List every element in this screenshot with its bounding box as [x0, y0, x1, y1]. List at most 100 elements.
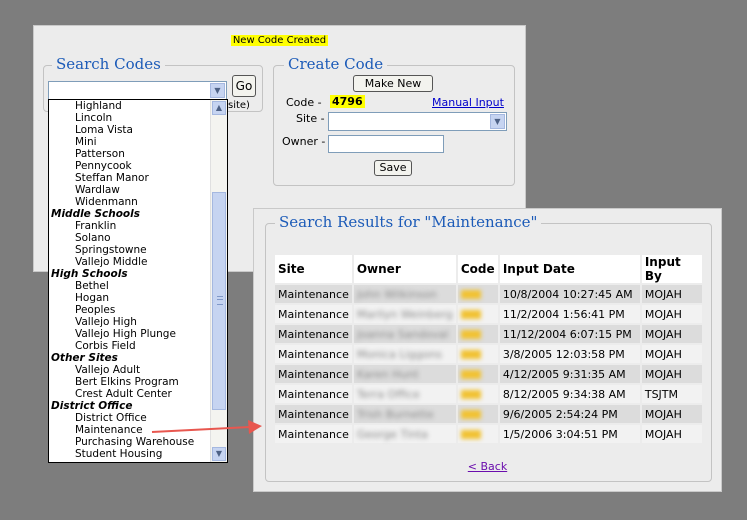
column-header-code: Code: [457, 255, 498, 283]
table-row: Maintenance George Tinta 1/5/2006 3:04:51 …: [275, 425, 702, 443]
dropdown-option[interactable]: Peoples: [49, 304, 209, 316]
site-dropdown-list[interactable]: Highland Lincoln Loma Vista Mini Patterson Pe…: [48, 99, 228, 463]
result-site: Maintenance: [275, 425, 352, 443]
results-table: Site Owner Code Input Date Input By Main…: [273, 253, 704, 445]
dropdown-option[interactable]: Highland: [49, 100, 209, 112]
result-owner: George Tinta: [353, 425, 456, 443]
table-row: Maintenance Monica Liggons 3/8/2005 12:03:…: [275, 345, 702, 363]
column-header-input-date: Input Date: [499, 255, 640, 283]
dropdown-option[interactable]: Bert Elkins Program: [49, 376, 209, 388]
redacted-owner-name: John Wilkinson: [356, 287, 437, 301]
code-value: 4796: [330, 95, 365, 108]
dropdown-option[interactable]: Mini: [49, 136, 209, 148]
result-input-date: 11/12/2004 6:07:15 PM: [499, 325, 640, 343]
dropdown-option[interactable]: Corbis Field: [49, 340, 209, 352]
redacted-code: [460, 310, 481, 319]
dropdown-option[interactable]: Bethel: [49, 280, 209, 292]
site-search-select[interactable]: ▼: [48, 81, 227, 100]
result-input-date: 3/8/2005 12:03:58 PM: [499, 345, 640, 363]
table-row: Maintenance Joanna Sandoval 11/12/2004 6:0…: [275, 325, 702, 343]
result-site: Maintenance: [275, 285, 352, 303]
redacted-owner-name: Terra Office: [356, 387, 420, 401]
result-input-by: MOJAH: [641, 285, 702, 303]
result-code: [457, 305, 498, 323]
status-message: New Code Created: [230, 35, 329, 46]
result-input-date: 10/8/2004 10:27:45 AM: [499, 285, 640, 303]
owner-input[interactable]: [328, 135, 444, 153]
dropdown-option[interactable]: Patterson: [49, 148, 209, 160]
dropdown-option[interactable]: Solano: [49, 232, 209, 244]
dropdown-option[interactable]: Franklin: [49, 220, 209, 232]
result-owner: Terra Office: [353, 385, 456, 403]
dropdown-option[interactable]: Widenmann: [49, 196, 209, 208]
redacted-owner-name: Karen Hunt: [356, 367, 419, 381]
dropdown-group-header: District Office: [51, 400, 133, 412]
make-new-button[interactable]: Make New: [353, 75, 433, 92]
result-input-by: MOJAH: [641, 425, 702, 443]
chevron-down-icon[interactable]: ▼: [210, 83, 225, 98]
site-label: Site -: [296, 112, 325, 125]
column-header-owner: Owner: [353, 255, 456, 283]
table-row: Maintenance Karen Hunt 4/12/2005 9:31:35 A…: [275, 365, 702, 383]
redacted-owner-name: Joanna Sandoval: [356, 327, 449, 341]
result-input-date: 8/12/2005 9:34:38 AM: [499, 385, 640, 403]
back-link[interactable]: < Back: [468, 460, 507, 473]
grip-icon: [217, 296, 223, 305]
result-input-by: MOJAH: [641, 305, 702, 323]
redacted-code: [460, 330, 481, 339]
redacted-owner-name: Monica Liggons: [356, 347, 442, 361]
dropdown-group-header: Middle Schools: [51, 208, 140, 220]
result-input-date: 4/12/2005 9:31:35 AM: [499, 365, 640, 383]
result-site: Maintenance: [275, 385, 352, 403]
chevron-down-icon[interactable]: ▼: [490, 114, 505, 129]
redacted-code: [460, 410, 481, 419]
redacted-owner-name: Trish Burnette: [356, 407, 434, 421]
search-hint: site): [228, 100, 250, 111]
go-button[interactable]: Go: [232, 75, 256, 97]
redacted-code: [460, 370, 481, 379]
table-row: Maintenance Trish Burnette 9/6/2005 2:54:2…: [275, 405, 702, 423]
dropdown-option[interactable]: Loma Vista: [49, 124, 209, 136]
result-code: [457, 345, 498, 363]
result-owner: Marilyn Weinberg: [353, 305, 456, 323]
table-row: Maintenance John Wilkinson 10/8/2004 10:27…: [275, 285, 702, 303]
dropdown-option[interactable]: Springstowne: [49, 244, 209, 256]
dropdown-option[interactable]: Crest Adult Center: [49, 388, 209, 400]
scroll-up-icon[interactable]: ▲: [212, 101, 226, 115]
dropdown-option[interactable]: Wardlaw: [49, 184, 209, 196]
dropdown-option[interactable]: Vallejo Middle: [49, 256, 209, 268]
result-code: [457, 425, 498, 443]
dropdown-option[interactable]: Vallejo High Plunge: [49, 328, 209, 340]
result-owner: Joanna Sandoval: [353, 325, 456, 343]
dropdown-group-header: High Schools: [51, 268, 128, 280]
table-header-row: Site Owner Code Input Date Input By: [275, 255, 702, 283]
result-code: [457, 365, 498, 383]
site-select[interactable]: ▼: [328, 112, 507, 131]
result-site: Maintenance: [275, 325, 352, 343]
result-site: Maintenance: [275, 405, 352, 423]
result-owner: John Wilkinson: [353, 285, 456, 303]
dropdown-option[interactable]: Student Housing: [49, 448, 209, 460]
dropdown-option[interactable]: Lincoln: [49, 112, 209, 124]
result-input-by: MOJAH: [641, 345, 702, 363]
scroll-down-icon[interactable]: ▼: [212, 447, 226, 461]
dropdown-option[interactable]: Maintenance: [49, 424, 209, 436]
column-header-input-by: Input By: [641, 255, 702, 283]
dropdown-option[interactable]: Purchasing Warehouse: [49, 436, 209, 448]
manual-input-link[interactable]: Manual Input: [432, 96, 504, 109]
code-label: Code -: [286, 96, 322, 109]
scrollbar-thumb[interactable]: [212, 192, 226, 410]
save-button[interactable]: Save: [374, 160, 412, 176]
dropdown-option[interactable]: Hogan: [49, 292, 209, 304]
dropdown-option[interactable]: District Office: [49, 412, 209, 424]
redacted-owner-name: Marilyn Weinberg: [356, 307, 453, 321]
result-input-date: 9/6/2005 2:54:24 PM: [499, 405, 640, 423]
dropdown-option[interactable]: Vallejo Adult: [49, 364, 209, 376]
dropdown-scrollbar[interactable]: ▲ ▼: [210, 100, 227, 462]
dropdown-option[interactable]: Steffan Manor: [49, 172, 209, 184]
dropdown-option[interactable]: Vallejo High: [49, 316, 209, 328]
redacted-owner-name: George Tinta: [356, 427, 428, 441]
result-site: Maintenance: [275, 365, 352, 383]
dropdown-option[interactable]: Pennycook: [49, 160, 209, 172]
result-input-by: MOJAH: [641, 365, 702, 383]
